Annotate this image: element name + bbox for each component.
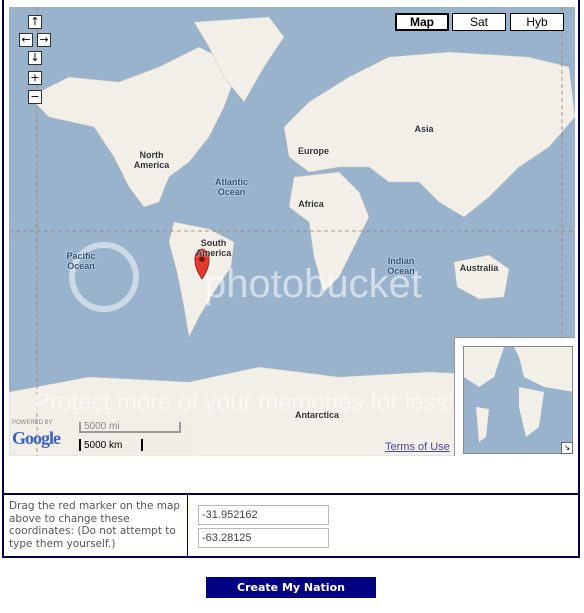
create-my-nation-button[interactable]: Create My Nation — [206, 577, 376, 598]
coordinates-row: Drag the red marker on the map above to … — [2, 493, 580, 558]
powered-by-text: POWERED BY — [12, 420, 53, 426]
overview-map[interactable]: ↘ — [454, 337, 575, 456]
scale-km-label: 5000 km — [84, 440, 123, 451]
map[interactable]: photobucket Protect more of your memorie… — [9, 7, 575, 456]
label-north-america: North America — [133, 150, 170, 170]
map-type-sat-button[interactable]: Sat — [452, 13, 506, 31]
label-asia: Asia — [414, 124, 434, 134]
scale-miles-label: 5000 mi — [84, 421, 120, 432]
overview-map-tiles — [464, 347, 572, 442]
terms-of-use-link[interactable]: Terms of Use — [385, 441, 450, 453]
label-atlantic-ocean: Atlantic Ocean — [214, 177, 248, 197]
label-africa: Africa — [298, 199, 324, 209]
map-type-map-button[interactable]: Map — [395, 13, 449, 31]
coordinates-instructions: Drag the red marker on the map above to … — [2, 495, 188, 558]
label-indian-ocean: Indian Ocean — [387, 256, 415, 276]
landmass-north-america — [28, 46, 240, 208]
label-europe: Europe — [297, 146, 329, 156]
label-antarctica: Antarctica — [294, 410, 339, 420]
label-australia: Australia — [459, 263, 499, 273]
zoom-out-button[interactable]: − — [28, 90, 42, 104]
scale-bar: 5000 mi 5000 km — [77, 420, 197, 456]
map-type-hyb-button[interactable]: Hyb — [510, 13, 564, 31]
landmass-australia — [453, 254, 510, 300]
landmass-africa — [288, 171, 370, 293]
google-logo[interactable]: Google — [12, 428, 61, 449]
overview-toggle-button[interactable]: ↘ — [561, 442, 573, 454]
pan-down-button[interactable]: ↓ — [28, 51, 42, 65]
zoom-in-button[interactable]: + — [28, 71, 42, 85]
pan-right-button[interactable]: → — [37, 33, 51, 47]
overview-map-view[interactable] — [463, 346, 573, 454]
label-south-america: South America — [195, 238, 232, 258]
pan-up-button[interactable]: ↑ — [28, 15, 42, 29]
pan-left-button[interactable]: ← — [19, 33, 33, 47]
latitude-input[interactable] — [198, 505, 329, 525]
label-pacific-ocean: Pacific Ocean — [66, 251, 96, 271]
longitude-input[interactable] — [198, 528, 329, 548]
